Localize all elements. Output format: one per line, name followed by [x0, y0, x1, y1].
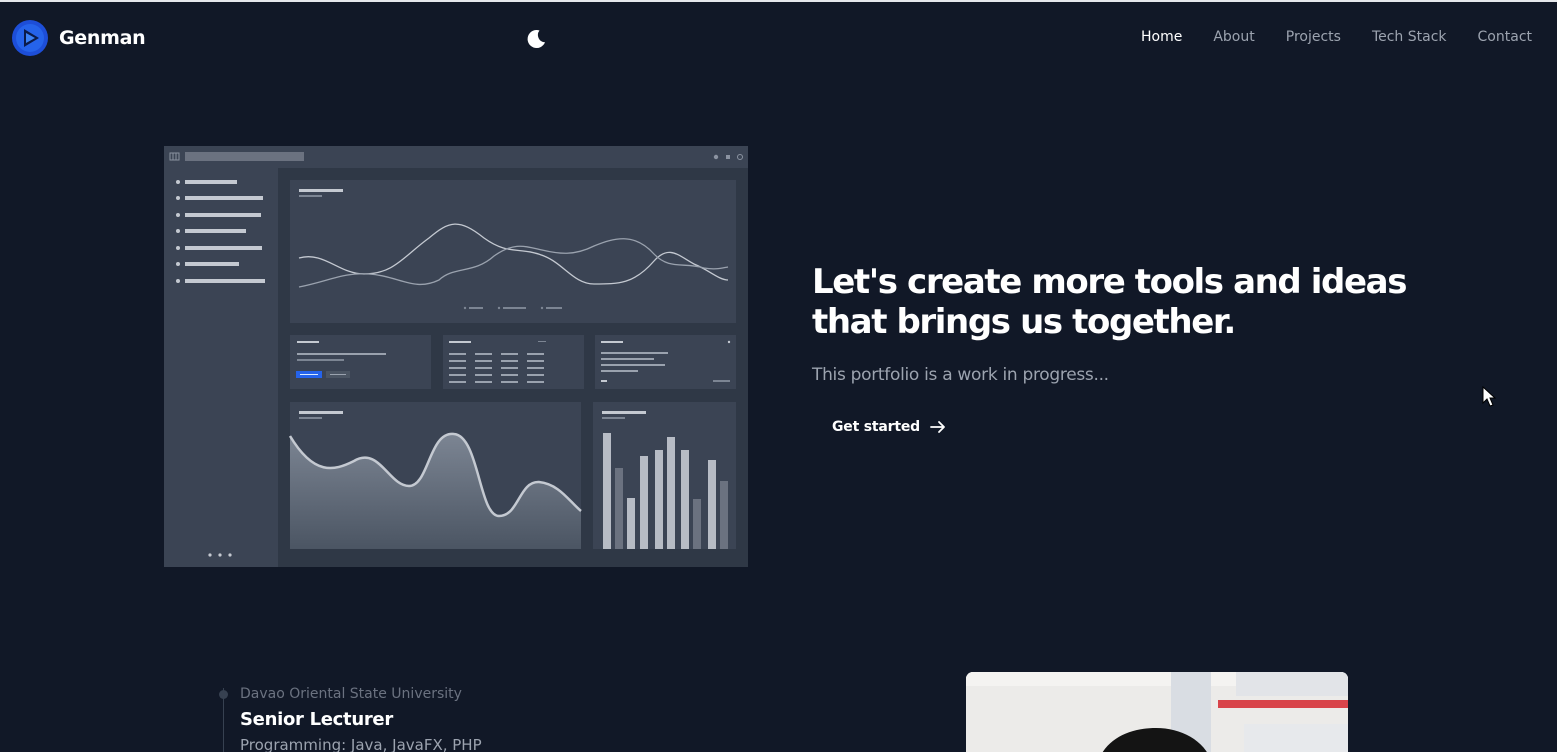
experience-item: Davao Oriental State University Senior L… — [240, 686, 482, 752]
logo-icon — [12, 20, 48, 56]
get-started-button[interactable]: Get started — [832, 418, 947, 436]
experience-organization: Davao Oriental State University — [240, 686, 462, 702]
brand-name: Genman — [59, 27, 146, 49]
hero-title-line-2: that brings us together. — [812, 302, 1236, 342]
profile-photo — [966, 672, 1348, 752]
navbar: Genman Home About Projects Tech Stack Co… — [0, 2, 1557, 74]
hero-title: Let's create more tools and ideas that b… — [812, 262, 1432, 342]
brand-link[interactable]: Genman — [12, 20, 146, 56]
get-started-label: Get started — [832, 419, 920, 435]
nav-link-tech-stack[interactable]: Tech Stack — [1372, 29, 1447, 45]
hero-title-line-1: Let's create more tools and ideas — [812, 262, 1407, 302]
mouse-cursor-icon — [1482, 386, 1497, 407]
nav-link-projects[interactable]: Projects — [1286, 29, 1341, 45]
nav-link-about[interactable]: About — [1213, 29, 1254, 45]
experience-role: Senior Lecturer — [240, 709, 393, 730]
nav-link-contact[interactable]: Contact — [1478, 29, 1532, 45]
nav-link-home[interactable]: Home — [1141, 29, 1182, 45]
nav-links: Home About Projects Tech Stack Contact — [1141, 29, 1532, 45]
hero-subtitle: This portfolio is a work in progress... — [812, 365, 1109, 385]
arrow-right-icon — [930, 421, 945, 433]
dashboard-illustration — [164, 146, 748, 567]
experience-description: Programming: Java, JavaFX, PHP — [240, 736, 482, 752]
timeline-dot — [219, 690, 228, 699]
moon-icon[interactable] — [524, 27, 548, 51]
hero-section: Let's create more tools and ideas that b… — [812, 262, 1432, 385]
